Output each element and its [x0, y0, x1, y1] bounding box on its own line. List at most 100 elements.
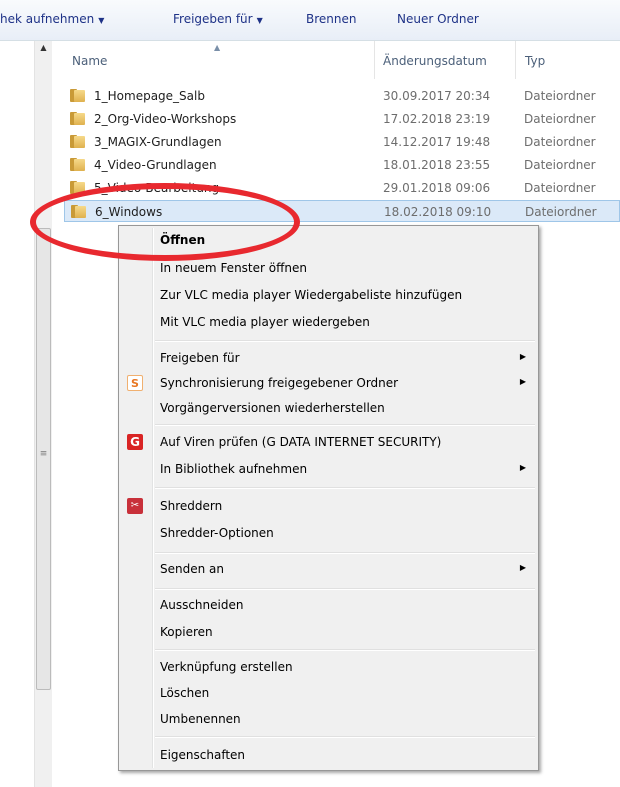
file-type: Dateiordner — [524, 112, 596, 126]
menu-item-label: Öffnen — [160, 233, 206, 247]
menu-item-restore-previous-versions[interactable]: Vorgängerversionen wiederherstellen — [121, 396, 536, 420]
folder-icon — [70, 112, 85, 125]
modified-date: 29.01.2018 09:06 — [383, 181, 491, 195]
menu-item-label: Synchronisierung freigegebener Ordner — [160, 376, 399, 390]
menu-item-cut[interactable]: Ausschneiden — [121, 593, 536, 617]
menu-item-properties[interactable]: Eigenschaften — [121, 743, 536, 767]
menu-item-label: In Bibliothek aufnehmen — [160, 462, 308, 476]
menu-separator — [155, 487, 535, 489]
menu-separator — [155, 588, 535, 590]
menu-item-vlc-play[interactable]: Mit VLC media player wiedergeben — [121, 310, 536, 334]
menu-separator — [155, 649, 535, 651]
menu-item-sync-shared-folders[interactable]: S Synchronisierung freigegebener Ordner … — [121, 371, 536, 395]
menu-item-send-to[interactable]: Senden an ▶ — [121, 557, 536, 581]
submenu-arrow-icon: ▶ — [519, 563, 526, 572]
menu-item-add-to-library[interactable]: In Bibliothek aufnehmen ▶ — [121, 457, 536, 481]
modified-date: 14.12.2017 19:48 — [383, 135, 491, 149]
folder-row[interactable]: 2_Org-Video-Workshops 17.02.2018 23:19 D… — [64, 108, 620, 130]
new-folder-label: Neuer Ordner — [397, 12, 479, 26]
add-to-library-button[interactable]: hek aufnehmen ▼ — [0, 12, 104, 26]
grip-icon: ≡ — [39, 449, 48, 459]
menu-item-label: Löschen — [160, 686, 210, 700]
new-folder-button[interactable]: Neuer Ordner — [397, 12, 479, 26]
add-to-library-label: hek aufnehmen — [0, 12, 95, 26]
folder-name: 1_Homepage_Salb — [94, 89, 205, 103]
menu-item-label: Umbenennen — [160, 712, 241, 726]
folder-icon — [70, 89, 85, 102]
column-divider[interactable] — [515, 41, 516, 79]
menu-item-open[interactable]: Öffnen — [121, 228, 536, 252]
menu-item-shredder-options[interactable]: Shredder-Optionen — [121, 521, 536, 545]
menu-item-shred[interactable]: ✂ Shreddern — [121, 494, 536, 518]
folder-icon — [71, 205, 86, 218]
file-type: Dateiordner — [524, 135, 596, 149]
folder-name: 4_Video-Grundlagen — [94, 158, 217, 172]
share-with-label: Freigeben für — [173, 12, 253, 26]
scroll-up-arrow-icon[interactable]: ▲ — [35, 43, 52, 59]
dropdown-arrow-icon: ▼ — [98, 16, 105, 25]
folder-name: 3_MAGIX-Grundlagen — [94, 135, 222, 149]
folder-icon — [70, 158, 85, 171]
menu-separator — [155, 736, 535, 738]
folder-row[interactable]: 5_Video-Bearbeitung 29.01.2018 09:06 Dat… — [64, 177, 620, 199]
menu-item-label: Senden an — [160, 562, 224, 576]
column-divider[interactable] — [374, 41, 375, 79]
submenu-arrow-icon: ▶ — [519, 352, 526, 361]
folder-row-selected[interactable]: 6_Windows 18.02.2018 09:10 Dateiordner — [64, 200, 620, 222]
menu-item-label: Kopieren — [160, 625, 213, 639]
file-type: Dateiordner — [525, 205, 597, 219]
burn-button[interactable]: Brennen — [306, 12, 356, 26]
menu-item-label: Mit VLC media player wiedergeben — [160, 315, 370, 329]
submenu-arrow-icon: ▶ — [519, 377, 526, 386]
menu-item-label: Ausschneiden — [160, 598, 244, 612]
folder-name: 2_Org-Video-Workshops — [94, 112, 237, 126]
file-type: Dateiordner — [524, 89, 596, 103]
menu-item-label: Freigeben für — [160, 351, 240, 365]
dropdown-arrow-icon: ▼ — [256, 16, 263, 25]
folder-name: 6_Windows — [95, 205, 163, 219]
menu-separator — [155, 340, 535, 342]
nav-pane-scrollbar[interactable]: ▲ ≡ — [34, 41, 52, 787]
menu-item-virus-scan[interactable]: G Auf Viren prüfen (G DATA INTERNET SECU… — [121, 430, 536, 454]
scrollbar-thumb[interactable]: ≡ — [36, 228, 51, 690]
menu-item-label: Vorgängerversionen wiederherstellen — [160, 401, 385, 415]
menu-item-create-shortcut[interactable]: Verknüpfung erstellen — [121, 655, 536, 679]
sync-icon: S — [127, 375, 143, 391]
shredder-icon: ✂ — [127, 498, 143, 514]
column-header-name[interactable]: Name — [72, 54, 107, 68]
menu-separator — [155, 424, 535, 426]
burn-label: Brennen — [306, 12, 357, 26]
menu-item-label: Shreddern — [160, 499, 223, 513]
modified-date: 30.09.2017 20:34 — [383, 89, 491, 103]
modified-date: 18.01.2018 23:55 — [383, 158, 491, 172]
gdata-shield-icon: G — [127, 434, 143, 450]
sort-ascending-icon: ▲ — [214, 43, 221, 52]
menu-item-copy[interactable]: Kopieren — [121, 620, 536, 644]
menu-item-rename[interactable]: Umbenennen — [121, 707, 536, 731]
folder-name: 5_Video-Bearbeitung — [94, 181, 220, 195]
modified-date: 17.02.2018 23:19 — [383, 112, 491, 126]
menu-item-label: In neuem Fenster öffnen — [160, 261, 307, 275]
folder-icon — [70, 181, 85, 194]
menu-separator — [155, 552, 535, 554]
modified-date: 18.02.2018 09:10 — [384, 205, 492, 219]
share-with-button[interactable]: Freigeben für ▼ — [173, 12, 263, 26]
navigation-pane — [0, 41, 34, 787]
folder-row[interactable]: 3_MAGIX-Grundlagen 14.12.2017 19:48 Date… — [64, 131, 620, 153]
file-type: Dateiordner — [524, 158, 596, 172]
menu-item-delete[interactable]: Löschen — [121, 681, 536, 705]
menu-item-open-new-window[interactable]: In neuem Fenster öffnen — [121, 256, 536, 280]
submenu-arrow-icon: ▶ — [519, 463, 526, 472]
menu-item-share-with[interactable]: Freigeben für ▶ — [121, 346, 536, 370]
context-menu: Öffnen In neuem Fenster öffnen Zur VLC m… — [118, 225, 539, 771]
menu-item-label: Shredder-Optionen — [160, 526, 274, 540]
folder-row[interactable]: 4_Video-Grundlagen 18.01.2018 23:55 Date… — [64, 154, 620, 176]
menu-item-label: Eigenschaften — [160, 748, 246, 762]
menu-item-vlc-add-playlist[interactable]: Zur VLC media player Wiedergabeliste hin… — [121, 283, 536, 307]
command-bar: hek aufnehmen ▼ Freigeben für ▼ Brennen Ne… — [0, 0, 620, 41]
folder-row[interactable]: 1_Homepage_Salb 30.09.2017 20:34 Dateior… — [64, 85, 620, 107]
column-header-type[interactable]: Typ — [525, 54, 545, 68]
menu-item-label: Verknüpfung erstellen — [160, 660, 293, 674]
column-headers: ▲ Name Änderungsdatum Typ — [52, 41, 620, 79]
column-header-date[interactable]: Änderungsdatum — [383, 54, 487, 68]
